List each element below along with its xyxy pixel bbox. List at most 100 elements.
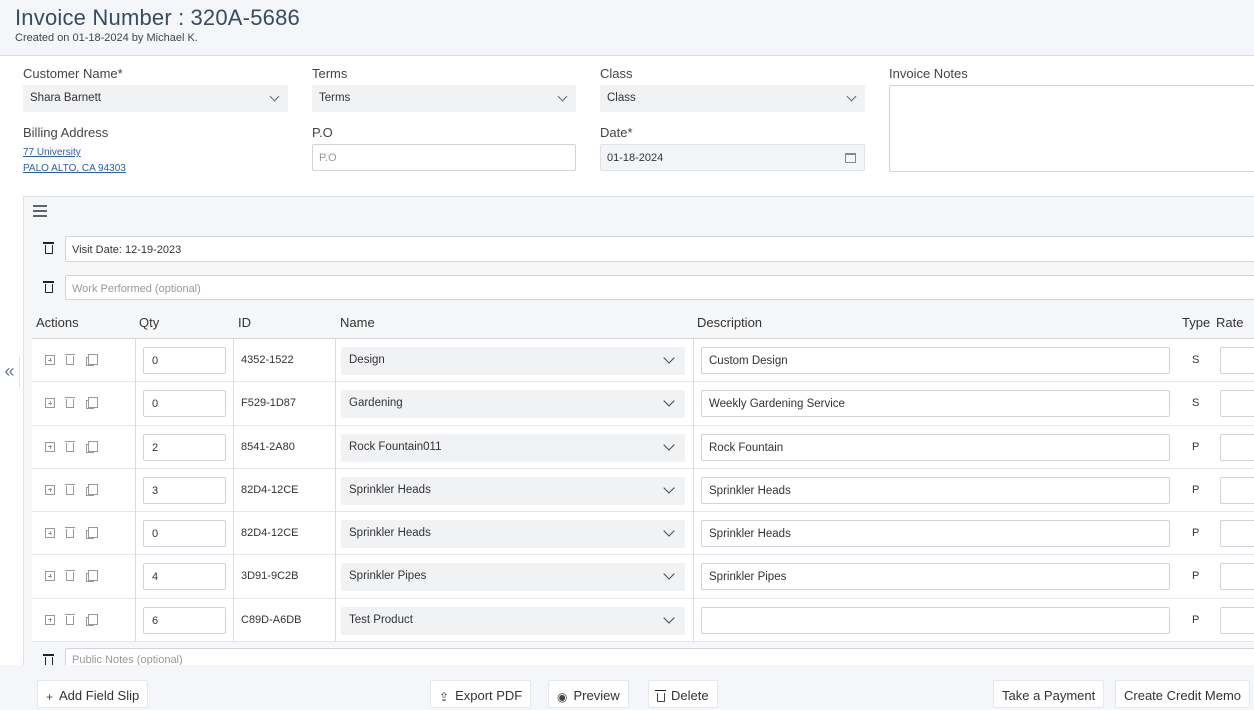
item-id: 3D91-9C2B xyxy=(241,570,299,583)
add-row-icon[interactable] xyxy=(45,398,55,409)
table-row: 6 C89D-A6DB Test Product P xyxy=(32,599,1254,643)
item-name-select[interactable]: Test Product xyxy=(341,606,685,635)
chevron-down-icon xyxy=(557,91,568,102)
copy-row-icon[interactable] xyxy=(86,440,98,453)
date-value: 01-18-2024 xyxy=(607,152,664,164)
rate-input[interactable] xyxy=(1220,563,1254,591)
delete-label: Delete xyxy=(671,688,709,703)
delete-row-icon[interactable] xyxy=(65,354,75,365)
table-row: 0 F529-1D87 Gardening Weekly Gardening S… xyxy=(32,382,1254,426)
class-value: Class xyxy=(607,92,636,104)
item-name-select[interactable]: Sprinkler Heads xyxy=(341,520,685,549)
description-input[interactable]: Sprinkler Heads xyxy=(701,520,1170,548)
item-name-select[interactable]: Design xyxy=(341,347,685,375)
copy-row-icon[interactable] xyxy=(86,483,98,496)
add-row-icon[interactable] xyxy=(45,484,55,495)
page-title: Invoice Number :320A-5686 xyxy=(15,5,300,31)
description-input[interactable]: Sprinkler Pipes xyxy=(701,563,1170,591)
copy-row-icon[interactable] xyxy=(86,397,98,410)
column-divider xyxy=(693,339,694,641)
add-row-icon[interactable] xyxy=(45,571,55,582)
trash-icon xyxy=(655,689,666,704)
item-name-select[interactable]: Sprinkler Pipes xyxy=(341,563,685,592)
visit-date-input[interactable]: Visit Date: 12-19-2023 xyxy=(65,236,1254,262)
copy-row-icon[interactable] xyxy=(86,570,98,583)
delete-row-icon[interactable] xyxy=(65,527,75,539)
item-name: Test Product xyxy=(349,613,413,626)
item-type: S xyxy=(1192,354,1200,366)
delete-button[interactable]: Delete xyxy=(648,680,718,708)
item-id: C89D-A6DB xyxy=(241,613,302,626)
invoice-number: 320A-5686 xyxy=(190,5,300,30)
delete-row-icon[interactable] xyxy=(65,613,75,625)
line-items-table: 0 4352-1522 Design Custom Design S 0 F52… xyxy=(32,339,1254,643)
add-field-slip-button[interactable]: + Add Field Slip xyxy=(37,680,149,708)
plus-icon: + xyxy=(46,689,54,704)
chevron-down-icon xyxy=(846,91,857,102)
item-name-select[interactable]: Gardening xyxy=(341,390,685,419)
qty-input[interactable]: 4 xyxy=(143,563,226,591)
invoice-notes-textarea[interactable] xyxy=(889,85,1254,172)
terms-select[interactable]: Terms xyxy=(312,85,576,112)
rate-input[interactable] xyxy=(1220,520,1254,548)
item-name: Design xyxy=(349,354,385,366)
add-row-icon[interactable] xyxy=(45,528,55,539)
rate-input[interactable] xyxy=(1220,433,1254,461)
description-input[interactable] xyxy=(701,606,1170,634)
qty-input[interactable]: 6 xyxy=(143,606,226,634)
table-row: 4 3D91-9C2B Sprinkler Pipes Sprinkler Pi… xyxy=(32,555,1254,599)
trash-icon[interactable] xyxy=(43,242,54,254)
copy-row-icon[interactable] xyxy=(86,354,98,366)
chevron-down-icon xyxy=(663,438,675,451)
billing-address-line1[interactable]: 77 University xyxy=(23,147,81,158)
description-input[interactable]: Rock Fountain xyxy=(701,433,1170,461)
qty-input[interactable]: 0 xyxy=(143,520,226,548)
calendar-icon[interactable] xyxy=(845,153,856,163)
work-performed-input[interactable]: Work Performed (optional) xyxy=(65,275,1254,300)
add-row-icon[interactable] xyxy=(45,355,55,365)
rate-input[interactable] xyxy=(1220,606,1254,634)
rate-input[interactable] xyxy=(1220,347,1254,374)
preview-button[interactable]: ◉ Preview xyxy=(548,680,629,708)
export-pdf-button[interactable]: ⇪ Export PDF xyxy=(430,680,532,708)
description-input[interactable]: Custom Design xyxy=(701,347,1170,374)
chevron-down-icon xyxy=(663,525,675,537)
qty-input[interactable]: 2 xyxy=(143,433,226,461)
billing-address-line2[interactable]: PALO ALTO, CA 94303 xyxy=(23,163,126,174)
delete-row-icon[interactable] xyxy=(65,570,75,582)
copy-row-icon[interactable] xyxy=(86,527,98,540)
create-credit-memo-button[interactable]: Create Credit Memo xyxy=(1115,680,1251,708)
item-id: 8541-2A80 xyxy=(241,440,295,453)
item-name-select[interactable]: Sprinkler Heads xyxy=(341,476,685,505)
customer-select[interactable]: Shara Barnett xyxy=(23,85,288,112)
item-type: P xyxy=(1192,483,1200,496)
chevron-down-icon xyxy=(269,91,280,102)
class-label: Class xyxy=(600,66,633,81)
qty-input[interactable]: 0 xyxy=(143,347,226,374)
date-input[interactable]: 01-18-2024 xyxy=(600,144,865,171)
chevron-down-icon xyxy=(663,568,675,581)
rate-input[interactable] xyxy=(1220,476,1254,504)
copy-row-icon[interactable] xyxy=(86,613,98,626)
col-description: Description xyxy=(697,315,763,330)
collapse-sidebar-icon[interactable]: « xyxy=(0,357,20,387)
delete-row-icon[interactable] xyxy=(65,397,75,409)
menu-icon[interactable] xyxy=(33,205,48,217)
description-input[interactable]: Sprinkler Heads xyxy=(701,476,1170,504)
qty-input[interactable]: 0 xyxy=(143,390,226,418)
po-input[interactable]: P.O xyxy=(312,144,576,171)
description-input[interactable]: Weekly Gardening Service xyxy=(701,390,1170,418)
po-label: P.O xyxy=(312,125,333,140)
rate-input[interactable] xyxy=(1220,390,1254,418)
class-select[interactable]: Class xyxy=(600,85,865,112)
trash-icon[interactable] xyxy=(43,281,54,293)
take-payment-button[interactable]: Take a Payment xyxy=(993,680,1105,708)
page-header: Invoice Number :320A-5686 Created on 01-… xyxy=(0,0,1254,56)
add-row-icon[interactable] xyxy=(45,614,55,625)
title-label: Invoice Number : xyxy=(15,5,185,30)
delete-row-icon[interactable] xyxy=(65,440,75,452)
qty-input[interactable]: 3 xyxy=(143,476,226,504)
add-row-icon[interactable] xyxy=(45,441,55,452)
item-name-select[interactable]: Rock Fountain011 xyxy=(341,433,685,462)
delete-row-icon[interactable] xyxy=(65,483,75,495)
